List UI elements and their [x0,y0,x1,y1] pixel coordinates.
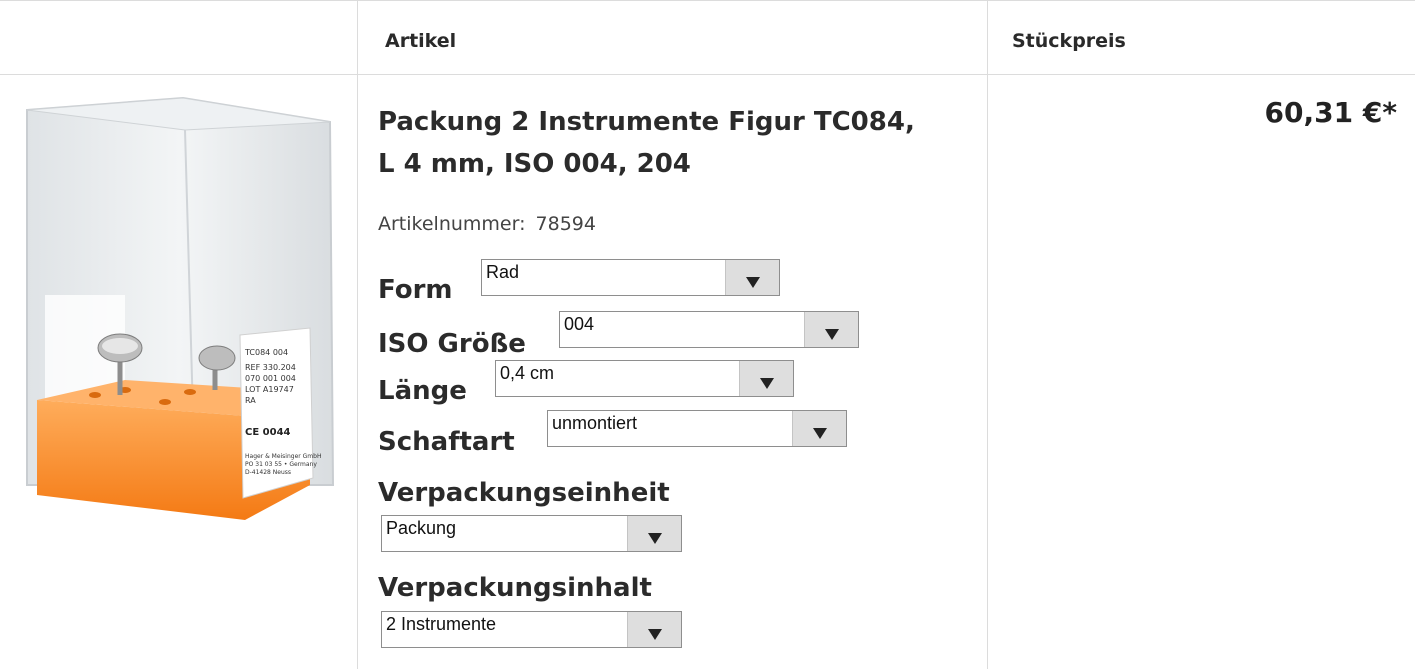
schaftart-select-value: unmontiert [552,413,638,433]
iso-select[interactable]: 004 [559,311,859,348]
image-label-line: RA [245,396,256,405]
article-number: Artikelnummer: 78594 [378,213,596,235]
form-select[interactable]: Rad [481,259,780,296]
cart-table: Artikel Stückpreis TC084 004 REF 330.204… [0,0,1415,669]
dropdown-button[interactable] [627,516,681,551]
verpackungseinheit-select[interactable]: Packung [381,515,682,552]
chevron-down-icon [825,329,839,340]
unit-price: 60,31 €* [1264,96,1397,129]
chevron-down-icon [746,277,760,288]
header-artikel: Artikel [385,30,457,52]
table-header [0,0,1415,75]
image-maker-line: D-41428 Neuss [245,469,291,476]
column-divider [357,0,358,669]
product-title[interactable]: Packung 2 Instrumente Figur TC084, L 4 m… [378,101,978,185]
dropdown-button[interactable] [792,411,846,446]
laenge-select-value: 0,4 cm [500,363,555,383]
dropdown-button[interactable] [804,312,858,347]
verpackungsinhalt-label: Verpackungsinhalt [378,573,652,603]
product-title-line: Packung 2 Instrumente Figur TC084, [378,107,915,137]
dropdown-button[interactable] [739,361,793,396]
article-number-value: 78594 [535,213,596,235]
chevron-down-icon [760,378,774,389]
verpackungseinheit-label: Verpackungseinheit [378,478,670,508]
verpackungsinhalt-select-value: 2 Instrumente [386,614,497,634]
schaftart-label: Schaftart [378,427,515,457]
image-label-line: REF 330.204 [245,363,296,372]
dropdown-button[interactable] [725,260,779,295]
header-stueckpreis: Stückpreis [1012,30,1126,52]
column-divider [987,0,988,669]
dropdown-button[interactable] [627,612,681,647]
laenge-select[interactable]: 0,4 cm [495,360,794,397]
schaftart-select[interactable]: unmontiert [547,410,847,447]
verpackungseinheit-select-value: Packung [386,518,457,538]
image-label-line: TC084 004 [244,348,288,357]
iso-select-value: 004 [564,314,595,334]
image-maker-line: PO 31 03 55 • Germany [245,461,317,468]
form-select-value: Rad [486,262,520,282]
chevron-down-icon [813,428,827,439]
article-number-label: Artikelnummer: [378,213,526,235]
ce-mark: CE 0044 [245,427,291,438]
chevron-down-icon [648,629,662,640]
form-label: Form [378,275,453,305]
laenge-label: Länge [378,376,467,406]
image-label-line: 070 001 004 [245,374,296,383]
image-maker-line: Hager & Meisinger GmbH [245,453,321,460]
image-label-line: LOT A19747 [245,385,294,394]
product-title-line: L 4 mm, ISO 004, 204 [378,149,691,179]
iso-label: ISO Größe [378,329,526,359]
verpackungsinhalt-select[interactable]: 2 Instrumente [381,611,682,648]
chevron-down-icon [648,533,662,544]
product-image[interactable]: TC084 004 REF 330.204 070 001 004 LOT A1… [15,90,345,530]
